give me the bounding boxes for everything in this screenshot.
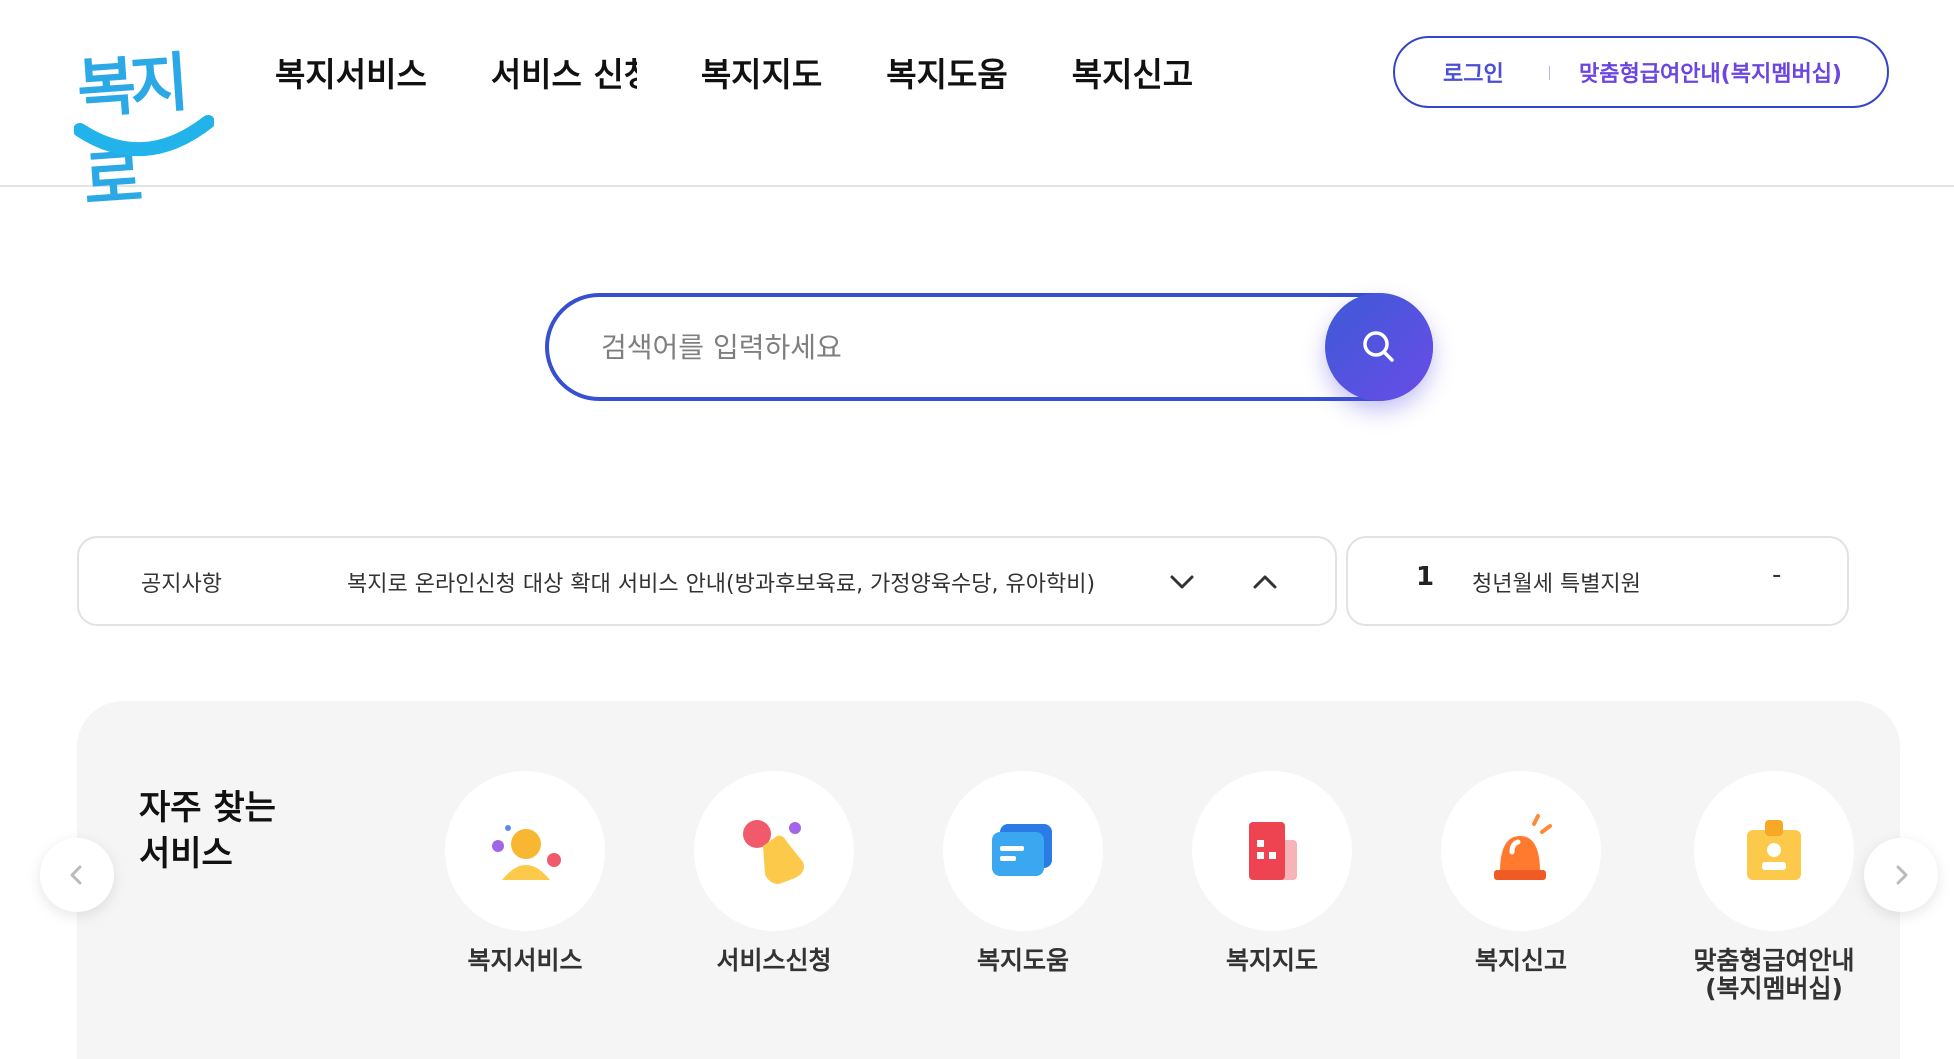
- service-label: 복지서비스: [467, 946, 583, 975]
- service-label: 맞춤형급여안내 (복지멤버십): [1693, 946, 1855, 1003]
- id-badge-icon: [1747, 820, 1801, 880]
- service-item-welfare-service[interactable]: 복지서비스: [405, 771, 645, 975]
- service-circle: [1694, 771, 1854, 931]
- carousel-next-button[interactable]: [1864, 838, 1938, 912]
- service-item-welfare-map[interactable]: 복지지도: [1152, 771, 1392, 975]
- rank-keyword[interactable]: 청년월세 특별지원: [1472, 566, 1641, 598]
- service-circle: [445, 771, 605, 931]
- service-item-welfare-help[interactable]: 복지도움: [903, 771, 1143, 975]
- hand-pointer-icon: [743, 820, 804, 884]
- nav-welfare-report[interactable]: 복지신고: [1072, 50, 1193, 100]
- chevron-left-icon: [70, 865, 82, 885]
- rank-number: 1: [1416, 562, 1435, 592]
- auth-box: 로그인 맞춤형급여안내(복지멤버십): [1393, 36, 1889, 108]
- chevron-down-icon[interactable]: [1164, 564, 1200, 600]
- chevron-up-icon[interactable]: [1247, 564, 1283, 600]
- membership-link[interactable]: 맞춤형급여안내(복지멤버십): [1579, 56, 1842, 88]
- notice-text[interactable]: 복지로 온라인신청 대상 확대 서비스 안내(방과후보육료, 가정양육수당, 유…: [347, 566, 1095, 598]
- service-item-welfare-report[interactable]: 복지신고: [1401, 771, 1641, 975]
- notice-bar: 공지사항 복지로 온라인신청 대상 확대 서비스 안내(방과후보육료, 가정양육…: [77, 536, 1337, 626]
- bokjiro-logo[interactable]: 복지로: [74, 30, 214, 219]
- service-label: 복지신고: [1474, 946, 1567, 975]
- search-bar: [545, 293, 1433, 401]
- nav-welfare-help[interactable]: 복지도움: [886, 50, 1007, 100]
- service-label: 복지도움: [976, 946, 1069, 975]
- frequent-services-panel: 자주 찾는 서비스 복지서비스 서비스신청 복지도움 복지지도 복지신고 맞춤형…: [77, 701, 1900, 1059]
- nav-service-apply[interactable]: 서비스 신청: [491, 50, 637, 100]
- service-label: 복지지도: [1225, 946, 1318, 975]
- search-input[interactable]: [601, 321, 1291, 373]
- main-nav: 복지서비스 서비스 신청 복지지도 복지도움 복지신고: [275, 50, 1257, 100]
- search-icon: [1363, 331, 1394, 362]
- siren-icon: [1494, 814, 1552, 880]
- nav-welfare-map[interactable]: 복지지도: [701, 50, 822, 100]
- auth-divider: [1549, 66, 1550, 80]
- services-title-line2: 서비스: [139, 834, 233, 874]
- site-header: 복지로 복지서비스 서비스 신청 복지지도 복지도움 복지신고 로그인 맞춤형급…: [0, 0, 1954, 219]
- login-link[interactable]: 로그인: [1443, 56, 1504, 88]
- service-label: 서비스신청: [716, 946, 832, 975]
- carousel-prev-button[interactable]: [40, 838, 114, 912]
- services-title: 자주 찾는 서비스: [139, 785, 276, 877]
- logo-smile-icon: [74, 115, 214, 157]
- chat-card-icon: [992, 824, 1052, 876]
- chevron-right-icon: [1896, 865, 1908, 885]
- popular-keyword-bar: 1 청년월세 특별지원 -: [1346, 536, 1849, 626]
- service-circle: [943, 771, 1103, 931]
- service-item-service-apply[interactable]: 서비스신청: [654, 771, 894, 975]
- rank-toggle-button[interactable]: -: [1772, 560, 1781, 590]
- services-title-line1: 자주 찾는: [139, 788, 276, 828]
- notice-label: 공지사항: [141, 572, 222, 597]
- person-icon: [492, 825, 561, 880]
- service-circle: [1441, 771, 1601, 931]
- search-button[interactable]: [1325, 293, 1433, 401]
- map-blocks-icon: [1249, 822, 1297, 880]
- service-circle: [1192, 771, 1352, 931]
- service-item-membership[interactable]: 맞춤형급여안내 (복지멤버십): [1654, 771, 1894, 1003]
- nav-welfare-service[interactable]: 복지서비스: [275, 50, 427, 100]
- service-circle: [694, 771, 854, 931]
